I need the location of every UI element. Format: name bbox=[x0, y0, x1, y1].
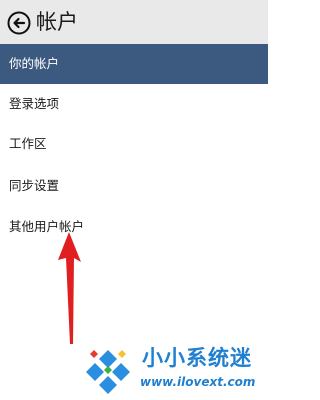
back-button[interactable] bbox=[7, 11, 31, 35]
nav-item-label: 登录选项 bbox=[9, 96, 60, 111]
nav-item-other-accounts[interactable]: 其他用户帐户 bbox=[0, 207, 268, 247]
nav-item-label: 同步设置 bbox=[9, 178, 60, 193]
watermark-name: 小小系统迷 bbox=[142, 346, 252, 370]
nav-item-sync-settings[interactable]: 同步设置 bbox=[0, 166, 268, 206]
header-bar: 帐户 bbox=[0, 0, 268, 44]
brand-logo bbox=[86, 350, 130, 394]
nav-item-sign-in-options[interactable]: 登录选项 bbox=[0, 84, 268, 124]
nav-item-label: 你的帐户 bbox=[9, 56, 60, 71]
red-pointer-arrow-icon bbox=[58, 232, 81, 344]
watermark-url: www.ilovext.com bbox=[140, 375, 256, 389]
nav-item-label: 工作区 bbox=[9, 136, 47, 151]
back-arrow-circle-icon bbox=[7, 11, 31, 35]
nav-item-your-account[interactable]: 你的帐户 bbox=[0, 44, 268, 84]
nav-item-workplace[interactable]: 工作区 bbox=[0, 124, 268, 164]
page-title: 帐户 bbox=[36, 10, 78, 34]
